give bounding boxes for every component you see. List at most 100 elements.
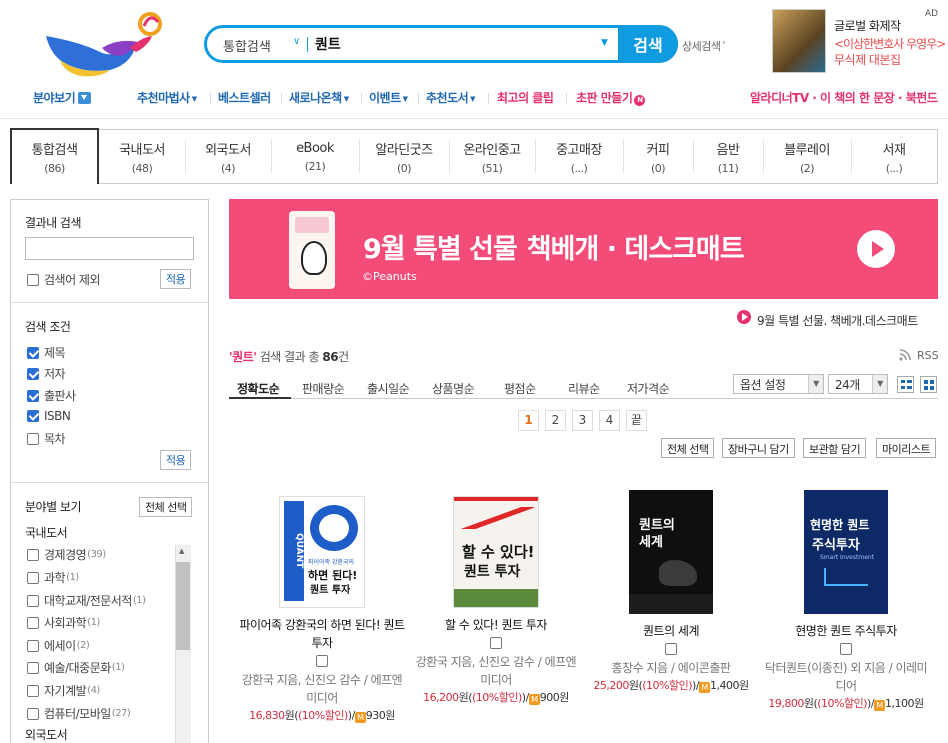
page-last[interactable]: 끝 bbox=[626, 410, 647, 431]
product-author[interactable]: 강환국 지음, 신진오 감수 / 에프엔미디어 bbox=[237, 671, 407, 707]
sort-low-price[interactable]: 저가격순 bbox=[627, 380, 670, 397]
nav-bestseller[interactable]: 베스트셀러 bbox=[218, 89, 271, 106]
checkbox[interactable] bbox=[27, 684, 39, 697]
nav-event[interactable]: 이벤트 ▼ bbox=[369, 89, 408, 106]
sort-release[interactable]: 출시일순 bbox=[367, 380, 410, 397]
exclude-checkbox[interactable]: 검색어 제외 bbox=[27, 271, 101, 288]
nav-first-edition[interactable]: 초판 만들기 N bbox=[576, 89, 646, 106]
ad-line-2[interactable]: <이상한변호사 우영우> bbox=[834, 35, 946, 52]
search-input[interactable] bbox=[315, 33, 605, 55]
per-page-select[interactable]: 24개 ▼ bbox=[828, 374, 888, 394]
tab-goods[interactable]: 알라딘굿즈 (0) bbox=[359, 130, 449, 183]
product-title[interactable]: 현명한 퀀트 주식투자 bbox=[761, 622, 931, 640]
category-item[interactable]: 에세이 (2) bbox=[27, 637, 90, 654]
ad-line-1[interactable]: 글로벌 화제작 bbox=[834, 17, 901, 34]
sort-review[interactable]: 리뷰순 bbox=[568, 380, 600, 397]
nav-recommended-books[interactable]: 추천도서 ▼ bbox=[426, 89, 476, 106]
category-item[interactable]: 과학 (1) bbox=[27, 569, 79, 586]
category-item[interactable]: 대학교재/전문서적 (1) bbox=[27, 592, 146, 609]
product-checkbox[interactable] bbox=[840, 643, 852, 655]
category-item[interactable]: 컴퓨터/모바일 (27) bbox=[27, 705, 131, 722]
grid-view-icon[interactable] bbox=[920, 376, 937, 393]
checkbox[interactable] bbox=[27, 594, 39, 607]
tab-bluray[interactable]: 블루레이 (2) bbox=[763, 130, 851, 183]
dropdown-arrow-icon[interactable]: ▼ bbox=[601, 38, 608, 48]
scroll-up-icon[interactable]: ▲ bbox=[179, 547, 184, 555]
banner-caption-link[interactable]: 9월 특별 선물. 책베개.데스크매트 bbox=[757, 312, 918, 329]
checkbox[interactable] bbox=[27, 571, 39, 584]
tab-coffee[interactable]: 커피 (0) bbox=[623, 130, 693, 183]
tab-foreign[interactable]: 외국도서 (4) bbox=[185, 130, 271, 183]
nav-new-books[interactable]: 새로나온책 ▼ bbox=[289, 89, 349, 106]
checkbox-checked[interactable] bbox=[27, 389, 39, 402]
sort-name[interactable]: 상품명순 bbox=[432, 380, 475, 397]
within-search-input[interactable] bbox=[25, 237, 194, 260]
book-cover[interactable]: QUANT 파이어족 강환국의 하면 된다! 퀀트 투자 bbox=[279, 496, 365, 608]
ad-book-cover[interactable] bbox=[772, 9, 826, 73]
promo-banner[interactable]: 9월 특별 선물 책베개 · 데스크매트 ©Peanuts bbox=[229, 199, 938, 299]
sort-sales[interactable]: 판매량순 bbox=[302, 380, 345, 397]
cond-toc-checkbox[interactable]: 목차 bbox=[27, 430, 66, 447]
tab-music[interactable]: 음반 (11) bbox=[693, 130, 763, 183]
cond-author-checkbox[interactable]: 저자 bbox=[27, 365, 66, 382]
search-button[interactable]: 검색 bbox=[618, 25, 678, 63]
sort-rating[interactable]: 평점순 bbox=[504, 380, 536, 397]
product-author[interactable]: 닥터퀀트(이종진) 외 지음 / 이레미디어 bbox=[761, 659, 931, 695]
checkbox[interactable] bbox=[27, 616, 39, 629]
tab-library[interactable]: 서재 (...) bbox=[851, 130, 937, 183]
rss-icon[interactable] bbox=[899, 349, 912, 361]
ad-line-3[interactable]: 무식제 대본집 bbox=[834, 51, 901, 68]
book-cover[interactable]: 현명한 퀀트 주식투자 Smart Investment bbox=[804, 490, 888, 614]
nav-best-clip[interactable]: 최고의 클립 bbox=[497, 89, 554, 106]
search-scope-select[interactable]: 통합검색 bbox=[223, 36, 271, 55]
option-setting-select[interactable]: 옵션 설정 ▼ bbox=[733, 374, 824, 394]
detail-search-link[interactable]: 상세검색 bbox=[682, 38, 721, 54]
tab-ebook[interactable]: eBook (21) bbox=[271, 130, 359, 183]
cond-isbn-checkbox[interactable]: ISBN bbox=[27, 409, 71, 423]
category-item[interactable]: 자기계발 (4) bbox=[27, 682, 100, 699]
tab-domestic[interactable]: 국내도서 (48) bbox=[99, 130, 185, 183]
product-checkbox[interactable] bbox=[490, 637, 502, 649]
checkbox[interactable] bbox=[27, 273, 39, 286]
category-item[interactable]: 예술/대중문화 (1) bbox=[27, 659, 125, 676]
add-to-cart-button[interactable]: 장바구니 담기 bbox=[722, 438, 795, 458]
page-2[interactable]: 2 bbox=[545, 410, 566, 431]
category-item[interactable]: 경제경영 (39) bbox=[27, 546, 106, 563]
select-all-button[interactable]: 전체 선택 bbox=[661, 438, 715, 458]
scrollbar-thumb[interactable] bbox=[176, 562, 190, 650]
play-circle-icon[interactable] bbox=[737, 310, 751, 324]
sort-accuracy[interactable]: 정확도순 bbox=[237, 380, 280, 397]
product-title[interactable]: 퀀트의 세계 bbox=[586, 622, 756, 640]
product-author[interactable]: 홍창수 지음 / 에이콘출판 bbox=[586, 659, 756, 677]
select-all-categories-button[interactable]: 전체 선택 bbox=[139, 497, 193, 517]
aladin-lamp-logo-icon[interactable] bbox=[40, 8, 170, 80]
page-3[interactable]: 3 bbox=[572, 410, 593, 431]
checkbox-checked[interactable] bbox=[27, 367, 39, 380]
checkbox[interactable] bbox=[27, 548, 39, 561]
product-checkbox[interactable] bbox=[665, 643, 677, 655]
tab-used-online[interactable]: 온라인중고 (51) bbox=[449, 130, 535, 183]
apply-within-button[interactable]: 적용 bbox=[160, 269, 192, 289]
cond-title-checkbox[interactable]: 제목 bbox=[27, 344, 66, 361]
checkbox[interactable] bbox=[27, 661, 39, 674]
nav-recommend-wizard[interactable]: 추천마법사 ▼ bbox=[137, 89, 197, 106]
product-checkbox[interactable] bbox=[316, 655, 328, 667]
tab-used-store[interactable]: 중고매장 (...) bbox=[535, 130, 623, 183]
product-author[interactable]: 강환국 지음, 신진오 감수 / 에프엔미디어 bbox=[411, 653, 581, 689]
checkbox[interactable] bbox=[27, 639, 39, 652]
rss-link[interactable]: RSS bbox=[917, 349, 939, 362]
play-icon[interactable] bbox=[857, 230, 895, 268]
nav-category[interactable]: 분야보기 bbox=[33, 89, 92, 106]
nav-right-links[interactable]: 알라디너TV · 이 책의 한 문장 · 북펀드 bbox=[750, 89, 938, 106]
book-cover[interactable]: 할 수 있다! 퀀트 투자 bbox=[453, 496, 539, 608]
checkbox[interactable] bbox=[27, 707, 39, 720]
checkbox[interactable] bbox=[27, 432, 39, 445]
list-view-icon[interactable] bbox=[897, 376, 914, 393]
page-4[interactable]: 4 bbox=[599, 410, 620, 431]
category-item[interactable]: 사회과학 (1) bbox=[27, 614, 100, 631]
cond-publisher-checkbox[interactable]: 출판사 bbox=[27, 387, 76, 404]
page-1[interactable]: 1 bbox=[518, 410, 539, 431]
my-list-button[interactable]: 마이리스트 bbox=[876, 438, 937, 458]
chevron-down-icon[interactable]: ∨ bbox=[293, 36, 300, 47]
product-title[interactable]: 파이어족 강환국의 하면 된다! 퀀트 투자 bbox=[237, 616, 407, 652]
